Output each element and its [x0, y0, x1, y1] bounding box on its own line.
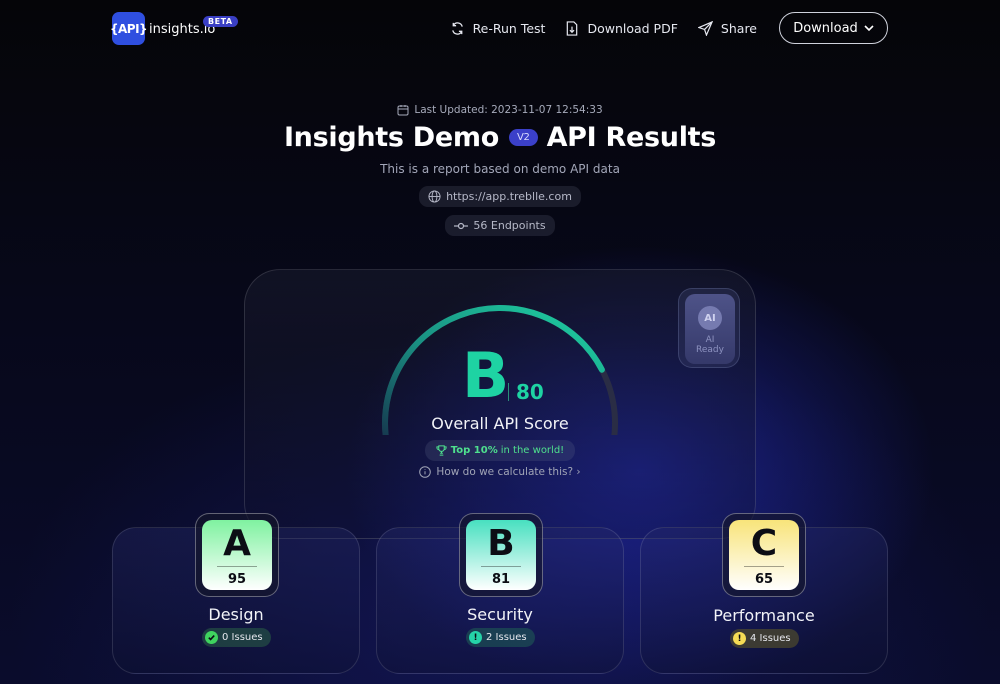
design-issues-text: 0 Issues	[222, 632, 263, 643]
refresh-icon	[451, 21, 463, 35]
ai-chip-icon: AI	[698, 306, 722, 330]
design-grade-face: A 95	[202, 520, 272, 590]
overall-score-value: 80	[516, 380, 544, 404]
ai-ready-text: AI Ready	[696, 335, 724, 355]
logo-badge: {API}	[110, 12, 148, 45]
version-badge: V2	[508, 129, 538, 146]
endpoints-text: 56 Endpoints	[473, 219, 546, 232]
how-calculated-text: How do we calculate this? ›	[436, 466, 581, 478]
performance-issues-text: 4 Issues	[750, 633, 791, 644]
design-score: 95	[227, 572, 247, 587]
performance-score: 65	[754, 572, 774, 587]
info-icon	[419, 466, 432, 478]
title-left: Insights Demo	[283, 122, 499, 153]
send-icon	[697, 20, 713, 36]
security-grade-face: B 81	[466, 520, 536, 590]
design-grade-tile: A 95	[195, 513, 279, 597]
design-label: Design	[208, 605, 264, 624]
performance-label: Performance	[713, 606, 815, 625]
performance-grade-face: C 65	[729, 520, 799, 590]
endpoints-pill: 56 Endpoints	[445, 215, 555, 236]
rerun-test-label: Re-Run Test	[472, 20, 546, 36]
alert-icon: !	[469, 631, 482, 644]
performance-grade-tile: C 65	[722, 513, 806, 597]
security-grade-divider	[481, 566, 521, 567]
security-score: 81	[491, 572, 511, 587]
security-grade-tile: B 81	[459, 513, 543, 597]
download-pdf-button[interactable]: Download PDF	[565, 20, 678, 36]
ranking-badge: Top 10% in the world!	[425, 440, 575, 461]
last-updated-text: Last Updated: 2023-11-07 12:54:33	[414, 104, 603, 116]
design-grade-divider	[217, 566, 257, 567]
download-label: Download	[793, 20, 858, 36]
file-download-icon	[567, 20, 578, 36]
endpoint-icon	[454, 222, 469, 229]
trophy-icon	[436, 445, 447, 456]
performance-grade-letter: C	[750, 523, 778, 564]
ai-ready-inner: AI AI Ready	[685, 294, 735, 364]
ranking-text: in the world!	[500, 445, 565, 456]
last-updated: Last Updated: 2023-11-07 12:54:33	[0, 104, 1000, 116]
share-label: Share	[720, 20, 757, 36]
logo[interactable]: {API} insights.io BETA	[110, 12, 238, 45]
design-grade-letter: A	[223, 523, 251, 564]
chevron-down-icon	[864, 24, 874, 31]
download-dropdown-button[interactable]: Download	[779, 12, 888, 44]
endpoints-row: 56 Endpoints	[0, 215, 1000, 236]
overall-grade: B	[462, 339, 510, 412]
url-row: https://app.treblle.com	[0, 186, 1000, 207]
security-issues-text: 2 Issues	[486, 632, 527, 643]
security-issues-badge[interactable]: ! 2 Issues	[466, 628, 535, 647]
overall-score-label: Overall API Score	[431, 414, 569, 433]
globe-icon	[428, 190, 441, 203]
security-label: Security	[467, 605, 533, 624]
design-issues-badge[interactable]: 0 Issues	[202, 628, 271, 647]
download-pdf-label: Download PDF	[587, 20, 678, 36]
how-calculated-link[interactable]: How do we calculate this? ›	[0, 466, 1000, 478]
ranking-bold: Top 10%	[450, 445, 498, 456]
check-icon	[205, 631, 218, 644]
url-text: https://app.treblle.com	[446, 190, 572, 203]
ai-ready-badge: AI AI Ready	[678, 288, 740, 368]
rerun-test-button[interactable]: Re-Run Test	[450, 20, 546, 36]
performance-issues-badge[interactable]: ! 4 Issues	[730, 629, 799, 648]
page-subtitle: This is a report based on demo API data	[380, 162, 620, 176]
top-nav: Re-Run Test Download PDF Share Download	[450, 12, 888, 44]
title-right: API Results	[546, 122, 717, 153]
beta-badge: BETA	[203, 16, 238, 27]
ai-ready-line1: AI	[705, 335, 715, 345]
url-pill[interactable]: https://app.treblle.com	[419, 186, 581, 207]
calendar-icon	[397, 105, 409, 116]
page-title: Insights Demo V2 API Results	[0, 122, 1000, 153]
share-button[interactable]: Share	[697, 20, 757, 36]
warning-icon: !	[733, 632, 746, 645]
performance-grade-divider	[744, 566, 784, 567]
grade-divider	[508, 383, 509, 401]
ai-ready-line2: Ready	[696, 345, 724, 355]
security-grade-letter: B	[487, 523, 515, 564]
